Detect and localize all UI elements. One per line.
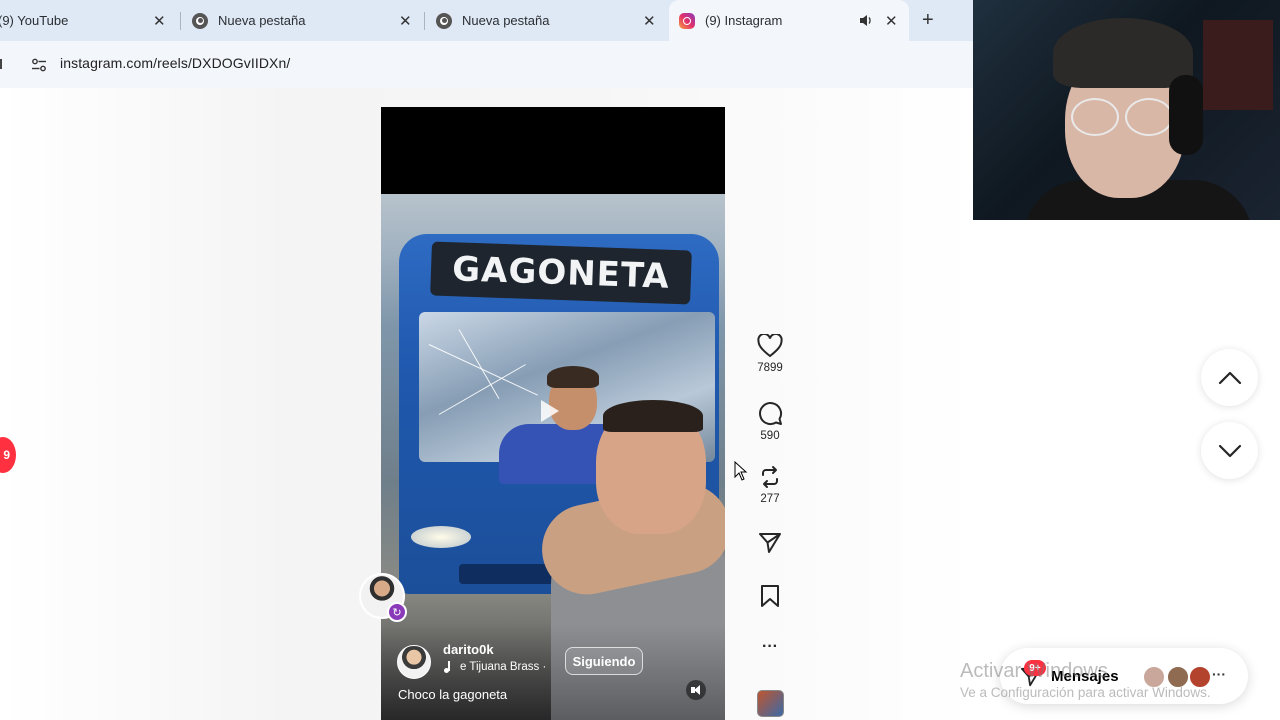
- tab-close-icon[interactable]: ✕: [399, 12, 412, 30]
- tab-close-icon[interactable]: ✕: [153, 12, 166, 30]
- reel-caption-overlay: [381, 624, 725, 720]
- messages-more-icon: ···: [1212, 666, 1226, 682]
- headphones: [1169, 75, 1203, 155]
- collab-repost-icon: ↻: [387, 602, 407, 622]
- windows-activation-title: Activar Windows: [960, 660, 1108, 682]
- play-icon: [541, 400, 559, 422]
- instagram-icon: [679, 12, 695, 29]
- chevron-down-icon: [1218, 444, 1241, 457]
- headlight: [411, 526, 471, 548]
- speaker-icon[interactable]: [859, 14, 873, 27]
- reel-video[interactable]: GAGONETA: [381, 194, 725, 720]
- previous-reel-button[interactable]: [1201, 349, 1258, 406]
- more-options-button[interactable]: ···: [745, 638, 795, 656]
- chevron-up-icon: [1218, 371, 1241, 384]
- bookmark-icon[interactable]: [759, 584, 781, 608]
- tab-title: (9) Instagram: [705, 13, 783, 28]
- webcam-overlay: [973, 0, 1280, 220]
- url-text[interactable]: instagram.com/reels/DXDOGvIIDXn/: [60, 55, 290, 71]
- site-settings-icon[interactable]: [31, 57, 47, 73]
- tab-title: Nueva pestaña: [218, 13, 306, 28]
- share-action[interactable]: [745, 531, 795, 555]
- tab-new-tab-1[interactable]: Nueva pestaña ✕: [192, 0, 422, 41]
- tab-title: (9) YouTube: [0, 13, 69, 28]
- mute-icon[interactable]: [686, 680, 706, 700]
- heart-icon[interactable]: [757, 334, 783, 358]
- address-bar: instagram.com/reels/DXDOGvIIDXn/: [0, 41, 973, 88]
- tab-separator: [180, 12, 181, 30]
- comment-action[interactable]: 590: [745, 400, 795, 442]
- webcam-background: [1203, 20, 1273, 110]
- audio-info[interactable]: e Tijuana Brass ·: [443, 661, 546, 673]
- reel-top-bar: [381, 107, 725, 194]
- bus-sign-text: GAGONETA: [451, 249, 671, 297]
- comment-icon[interactable]: [757, 400, 783, 426]
- presenter-figure: [603, 400, 703, 432]
- next-reel-button[interactable]: [1201, 422, 1258, 479]
- new-tab-button[interactable]: +: [922, 9, 934, 32]
- streamer-figure: [1053, 18, 1193, 88]
- tab-close-icon[interactable]: ✕: [885, 12, 898, 30]
- chrome-icon: [436, 12, 452, 29]
- repost-icon[interactable]: [758, 465, 782, 489]
- repost-count: 277: [760, 493, 780, 505]
- menu-edge-icon: [0, 59, 2, 69]
- comment-count: 590: [760, 430, 780, 442]
- tab-instagram[interactable]: (9) Instagram ✕: [669, 0, 909, 41]
- music-note-icon: [443, 661, 453, 673]
- repost-action[interactable]: 277: [745, 465, 795, 505]
- like-action[interactable]: 7899: [745, 334, 795, 374]
- username[interactable]: darito0k: [443, 642, 494, 657]
- tab-title: Nueva pestaña: [462, 13, 550, 28]
- audio-title: e Tijuana Brass ·: [460, 661, 547, 673]
- tab-close-icon[interactable]: ✕: [643, 12, 656, 30]
- tab-bar: (9) YouTube ✕ Nueva pestaña ✕ Nueva pest…: [0, 0, 973, 41]
- like-count: 7899: [757, 362, 783, 374]
- following-button[interactable]: Siguiendo: [565, 647, 643, 675]
- windows-activation-subtitle: Ve a Configuración para activar Windows.: [960, 685, 1211, 700]
- mouse-cursor-icon: [734, 461, 748, 481]
- streamer-glasses: [1071, 98, 1119, 136]
- tab-separator: [424, 12, 425, 30]
- share-icon[interactable]: [758, 531, 782, 555]
- audio-thumbnail[interactable]: [757, 690, 784, 717]
- tab-new-tab-2[interactable]: Nueva pestaña ✕: [436, 0, 666, 41]
- tab-youtube[interactable]: (9) YouTube ✕: [0, 0, 178, 41]
- chrome-icon: [192, 12, 208, 29]
- bus-sign: GAGONETA: [430, 241, 692, 305]
- user-avatar[interactable]: [397, 645, 431, 679]
- driver-figure: [547, 366, 599, 388]
- reel-caption: Choco la gagoneta: [398, 687, 508, 702]
- streamer-glasses: [1125, 98, 1173, 136]
- save-action[interactable]: [745, 584, 795, 608]
